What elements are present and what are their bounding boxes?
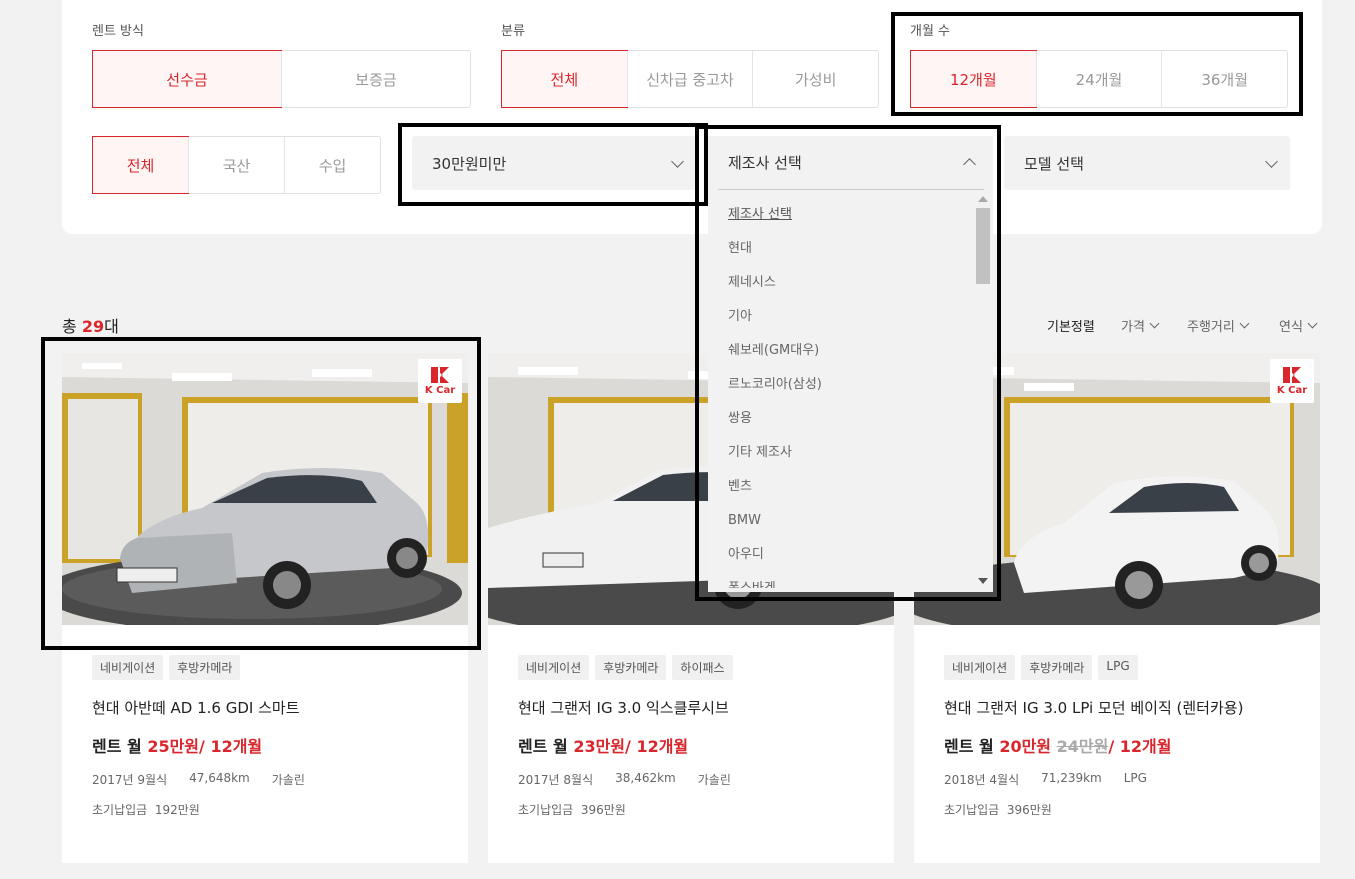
months-option-24[interactable]: 24개월 bbox=[1035, 51, 1162, 107]
kcar-logo-icon bbox=[1283, 366, 1301, 383]
kcar-logo: K Car bbox=[418, 359, 462, 403]
scroll-up-icon[interactable] bbox=[978, 196, 988, 202]
tag: 네비게이션 bbox=[518, 655, 590, 680]
car-deposit: 초기납입금 192만원 bbox=[92, 803, 200, 817]
car-price: 렌트 월 25만원/ 12개월 bbox=[92, 737, 263, 756]
scroll-down-icon[interactable] bbox=[978, 578, 988, 584]
maker-option[interactable]: BMW bbox=[728, 506, 968, 540]
filter-panel bbox=[62, 0, 1322, 234]
tag: 후방카메라 bbox=[169, 655, 241, 680]
card-tags: 네비게이션 후방카메라 bbox=[92, 655, 241, 680]
chevron-down-icon bbox=[1265, 154, 1278, 168]
result-count: 총 29대 bbox=[62, 317, 119, 336]
car-meta: 2017년 9월식 47,648km 가솔린 bbox=[92, 771, 305, 787]
car-meta: 2018년 4월식 71,239km LPG bbox=[944, 771, 1147, 787]
maker-option[interactable]: 아우디 bbox=[728, 540, 968, 574]
sort-year[interactable]: 연식 bbox=[1279, 316, 1318, 335]
car-title[interactable]: 현대 그랜저 IG 3.0 LPi 모던 베이직 (렌터카용) bbox=[944, 697, 1243, 718]
origin-group: 전체 국산 수입 bbox=[92, 136, 381, 194]
rent-type-option-prepay[interactable]: 선수금 bbox=[92, 50, 282, 108]
maker-dropdown: 제조사 선택 제조사 선택 현대 제네시스 기아 쉐보레(GM대우) 르노코리아… bbox=[708, 136, 993, 592]
kcar-logo-icon bbox=[431, 366, 449, 383]
chevron-down-icon bbox=[1307, 318, 1318, 329]
chevron-up-icon bbox=[963, 158, 976, 171]
car-deposit: 초기납입금 396만원 bbox=[518, 803, 626, 817]
sort-default[interactable]: 기본정렬 bbox=[1047, 316, 1095, 335]
result-count-number: 29 bbox=[81, 317, 105, 336]
origin-option-domestic[interactable]: 국산 bbox=[188, 137, 284, 193]
maker-option[interactable]: 현대 bbox=[728, 234, 968, 268]
old-price: 24만원 bbox=[1056, 737, 1109, 756]
maker-option[interactable]: 르노코리아(삼성) bbox=[728, 370, 968, 404]
rent-type-label: 렌트 방식 bbox=[92, 24, 144, 39]
maker-option[interactable]: 폭스바겐 bbox=[728, 574, 968, 588]
car-title[interactable]: 현대 아반떼 AD 1.6 GDI 스마트 bbox=[92, 697, 300, 718]
maker-option[interactable]: 쌍용 bbox=[728, 404, 968, 438]
model-select[interactable]: 모델 선택 bbox=[1004, 136, 1290, 190]
card-tags: 네비게이션 후방카메라 하이패스 bbox=[518, 655, 733, 680]
sort-mileage[interactable]: 주행거리 bbox=[1187, 316, 1250, 335]
price-select-value: 30만원미만 bbox=[432, 154, 507, 173]
car-price: 렌트 월 23만원/ 12개월 bbox=[518, 737, 689, 756]
car-deposit: 초기납입금 396만원 bbox=[944, 803, 1052, 817]
car-title[interactable]: 현대 그랜저 IG 3.0 익스클루시브 bbox=[518, 697, 729, 718]
maker-option[interactable]: 기타 제조사 bbox=[728, 438, 968, 472]
rent-type-group: 선수금 보증금 bbox=[92, 50, 471, 108]
category-option-all[interactable]: 전체 bbox=[501, 50, 628, 108]
origin-option-all[interactable]: 전체 bbox=[92, 136, 189, 194]
maker-select-value: 제조사 선택 bbox=[728, 154, 802, 172]
tag: 네비게이션 bbox=[92, 655, 164, 680]
maker-select[interactable]: 제조사 선택 bbox=[718, 136, 984, 190]
car-meta: 2017년 8월식 38,462km 가솔린 bbox=[518, 771, 731, 787]
model-select-value: 모델 선택 bbox=[1024, 154, 1084, 173]
dropdown-scrollbar[interactable] bbox=[974, 194, 992, 586]
price-select[interactable]: 30만원미만 bbox=[412, 136, 696, 190]
chevron-down-icon bbox=[1239, 318, 1250, 329]
car-card[interactable]: K Car 네비게이션 후방카메라 현대 아반떼 AD 1.6 GDI 스마트 … bbox=[62, 353, 468, 863]
maker-option[interactable]: 벤츠 bbox=[728, 472, 968, 506]
months-option-36[interactable]: 36개월 bbox=[1161, 51, 1287, 107]
tag: 하이패스 bbox=[672, 655, 733, 680]
months-option-12[interactable]: 12개월 bbox=[910, 50, 1037, 108]
maker-option[interactable]: 쉐보레(GM대우) bbox=[728, 336, 968, 370]
origin-option-import[interactable]: 수입 bbox=[284, 137, 380, 193]
category-label: 분류 bbox=[501, 24, 525, 39]
card-tags: 네비게이션 후방카메라 LPG bbox=[944, 655, 1138, 680]
maker-option[interactable]: 제조사 선택 bbox=[728, 200, 968, 234]
category-option-value[interactable]: 가성비 bbox=[752, 51, 878, 107]
kcar-logo: K Car bbox=[1270, 359, 1314, 403]
months-group: 12개월 24개월 36개월 bbox=[910, 50, 1288, 108]
rent-type-option-deposit[interactable]: 보증금 bbox=[281, 51, 470, 107]
car-image bbox=[62, 353, 468, 625]
tag: LPG bbox=[1098, 655, 1138, 680]
maker-options: 제조사 선택 현대 제네시스 기아 쉐보레(GM대우) 르노코리아(삼성) 쌍용… bbox=[728, 200, 968, 588]
car-photo bbox=[62, 353, 468, 625]
category-option-new-used[interactable]: 신차급 중고차 bbox=[626, 51, 753, 107]
tag: 후방카메라 bbox=[595, 655, 667, 680]
car-price: 렌트 월 20만원 24만원/ 12개월 bbox=[944, 737, 1172, 756]
chevron-down-icon bbox=[671, 154, 684, 168]
chevron-down-icon bbox=[1149, 318, 1160, 329]
maker-option[interactable]: 제네시스 bbox=[728, 268, 968, 302]
months-label: 개월 수 bbox=[910, 24, 951, 39]
sort-price[interactable]: 가격 bbox=[1121, 316, 1160, 335]
maker-option[interactable]: 기아 bbox=[728, 302, 968, 336]
category-group: 전체 신차급 중고차 가성비 bbox=[501, 50, 879, 108]
tag: 네비게이션 bbox=[944, 655, 1016, 680]
tag: 후방카메라 bbox=[1021, 655, 1093, 680]
scrollbar-thumb[interactable] bbox=[976, 208, 990, 284]
